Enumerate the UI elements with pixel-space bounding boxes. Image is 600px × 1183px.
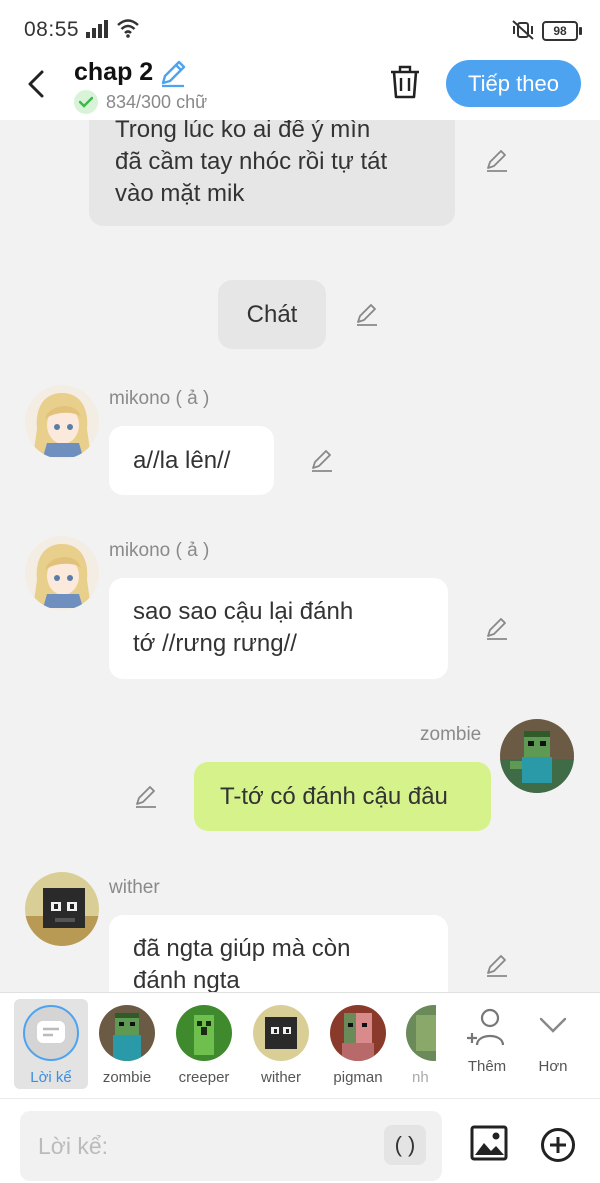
character-pigman[interactable]: pigman xyxy=(321,999,395,1089)
wifi-icon xyxy=(117,19,139,38)
edit-pencil-icon[interactable] xyxy=(309,448,335,474)
wither-avatar xyxy=(253,1005,309,1061)
action-label: Hơn xyxy=(538,1058,568,1075)
narration-input[interactable]: Lời kể: ( ) xyxy=(20,1111,442,1181)
edit-pencil-icon[interactable] xyxy=(354,302,380,328)
narration-bubble[interactable]: Trong lúc ko ai để ý mìn đã cầm tay nhóc… xyxy=(89,120,455,226)
chat-area[interactable]: Trong lúc ko ai để ý mìn đã cầm tay nhóc… xyxy=(0,120,600,992)
header: chap 2 834/300 chữ Tiếp theo xyxy=(0,56,600,120)
avatar-zombie[interactable] xyxy=(500,719,574,793)
vibrate-off-icon xyxy=(512,20,534,40)
edit-pencil-icon[interactable] xyxy=(484,148,510,174)
character-wither[interactable]: wither xyxy=(244,999,318,1089)
creeper-avatar xyxy=(176,1005,232,1061)
message-bubble[interactable]: a//la lên// xyxy=(109,426,274,495)
status-time: 08:55 xyxy=(24,18,80,41)
image-icon[interactable] xyxy=(470,1125,508,1161)
sender-name: mikono ( ả ) xyxy=(109,540,210,561)
character-label: pigman xyxy=(333,1069,383,1086)
character-bar: Lời kể zombie creeper wither pigman nh T… xyxy=(0,992,600,1099)
sender-name: wither xyxy=(109,877,160,898)
character-label: Lời kể xyxy=(30,1069,72,1086)
message-bubble[interactable]: sao sao cậu lại đánh tớ //rưng rưng// xyxy=(109,578,448,679)
next-button[interactable]: Tiếp theo xyxy=(446,60,581,107)
message-line: tớ //rưng rưng// xyxy=(133,630,297,657)
edit-pencil-icon[interactable] xyxy=(484,616,510,642)
character-narration[interactable]: Lời kể xyxy=(14,999,88,1089)
edit-title-icon[interactable] xyxy=(158,58,188,88)
avatar-mikono[interactable] xyxy=(25,385,99,459)
avatar-mikono[interactable] xyxy=(25,536,99,610)
message-line: sao sao cậu lại đánh xyxy=(133,598,354,625)
check-icon xyxy=(74,90,98,114)
message-line: đánh ngta xyxy=(133,967,240,992)
character-label: zombie xyxy=(102,1069,152,1086)
avatar-wither[interactable] xyxy=(25,872,99,946)
chapter-title: chap 2 xyxy=(74,58,154,86)
add-person-icon xyxy=(467,1008,505,1046)
back-button[interactable] xyxy=(22,68,54,100)
narration-text: Chát xyxy=(246,301,298,328)
narration-icon xyxy=(23,1005,79,1061)
status-bar: 08:55 98 xyxy=(0,0,600,60)
partial-avatar xyxy=(406,1005,436,1061)
narration-line: Trong lúc ko ai để ý mìn xyxy=(115,120,371,143)
narration-bubble[interactable]: Chát xyxy=(218,280,326,349)
action-label: Thêm xyxy=(467,1058,507,1075)
signal-icon xyxy=(86,20,108,38)
edit-pencil-icon[interactable] xyxy=(484,953,510,979)
zombie-avatar xyxy=(99,1005,155,1061)
word-count: 834/300 chữ xyxy=(106,91,208,112)
character-zombie[interactable]: zombie xyxy=(90,999,164,1089)
character-creeper[interactable]: creeper xyxy=(167,999,241,1089)
sender-name: zombie xyxy=(420,724,482,745)
edit-pencil-icon[interactable] xyxy=(133,784,159,810)
more-button[interactable]: Hơn xyxy=(516,999,590,1089)
character-label: wither xyxy=(260,1069,301,1086)
trash-icon[interactable] xyxy=(388,64,422,100)
pigman-avatar xyxy=(330,1005,386,1061)
message-text: T-tớ có đánh cậu đâu xyxy=(220,783,448,810)
chevron-down-icon xyxy=(539,1017,567,1033)
add-character-button[interactable]: Thêm xyxy=(450,999,524,1089)
battery-indicator: 98 xyxy=(542,21,582,41)
message-bubble[interactable]: T-tớ có đánh cậu đâu xyxy=(194,762,491,831)
message-bubble[interactable]: đã ngta giúp mà còn đánh ngta xyxy=(109,915,448,992)
parentheses-button[interactable]: ( ) xyxy=(384,1125,426,1165)
message-text: a//la lên// xyxy=(133,447,231,474)
narration-line: vào mặt mik xyxy=(115,180,245,207)
input-bar: Lời kể: ( ) xyxy=(0,1098,600,1183)
word-count-row: 834/300 chữ xyxy=(74,90,207,114)
narration-line: đã cầm tay nhóc rồi tự tát xyxy=(115,148,388,175)
message-line: đã ngta giúp mà còn xyxy=(133,935,351,962)
input-placeholder: Lời kể: xyxy=(38,1133,109,1159)
character-label: creeper xyxy=(178,1069,230,1086)
add-icon[interactable] xyxy=(540,1127,576,1163)
sender-name: mikono ( ả ) xyxy=(109,388,210,409)
character-partial[interactable]: nh xyxy=(398,999,436,1089)
character-label: nh xyxy=(412,1069,429,1086)
